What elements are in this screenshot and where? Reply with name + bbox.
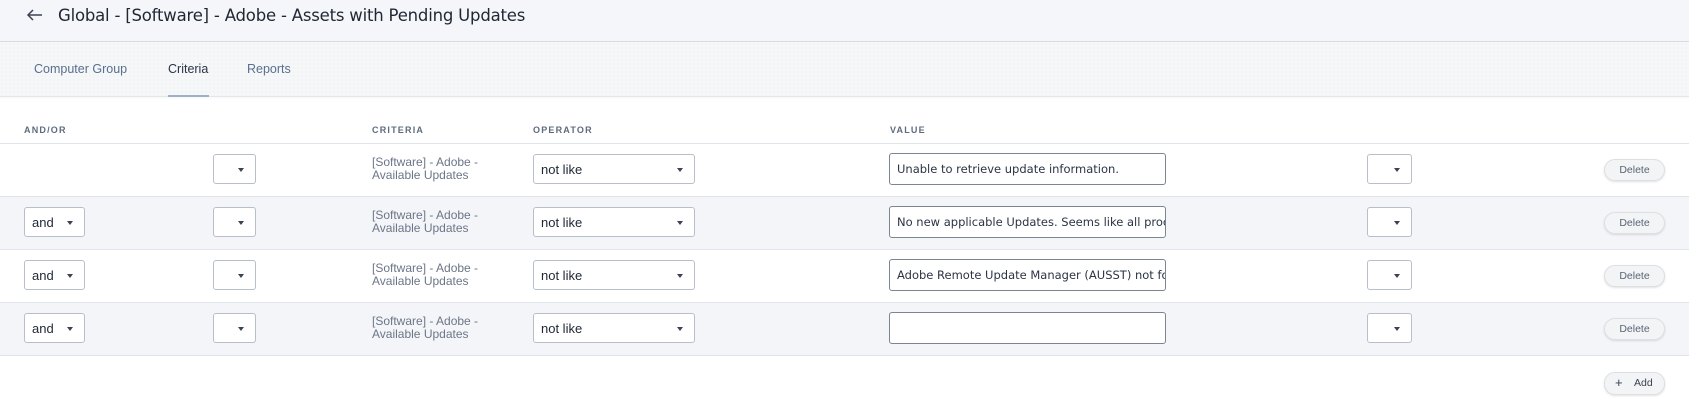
value-input[interactable] [889,312,1166,344]
chevron-down-icon [1394,327,1400,331]
criteria-name: [Software] - Adobe - Available Updates [372,208,479,235]
delete-button[interactable]: Delete [1604,318,1665,340]
chevron-down-icon [677,221,683,225]
chevron-down-icon [677,327,683,331]
delete-button[interactable]: Delete [1604,212,1665,234]
page-title: Global - [Software] - Adobe - Assets wit… [58,6,526,25]
andor-select[interactable]: and [24,313,85,343]
delete-button[interactable]: Delete [1604,265,1665,287]
criteria-row: and [Software] - Adobe - Available Updat… [0,250,1689,303]
chevron-down-icon [1394,221,1400,225]
add-criteria-button[interactable]: + Add [1604,372,1665,395]
chevron-down-icon [677,274,683,278]
column-header-andor: AND/OR [24,125,67,135]
tab-criteria[interactable]: Criteria [168,62,208,76]
criteria-row: and [Software] - Adobe - Available Updat… [0,303,1689,356]
criteria-name: [Software] - Adobe - Available Updates [372,314,479,341]
open-paren-select[interactable] [213,313,256,343]
chevron-down-icon [677,168,683,172]
operator-select[interactable]: not like [533,313,695,343]
value-input[interactable]: No new applicable Updates. Seems like al… [889,206,1166,238]
chevron-down-icon [238,168,244,172]
close-paren-select[interactable] [1367,313,1412,343]
plus-icon: + [1615,375,1623,390]
value-input[interactable]: Unable to retrieve update information. [889,153,1166,185]
back-arrow-icon[interactable] [26,6,48,28]
operator-select[interactable]: not like [533,260,695,290]
column-header-value: VALUE [890,125,926,135]
chevron-down-icon [238,327,244,331]
andor-select[interactable]: and [24,260,85,290]
andor-select[interactable]: and [24,207,85,237]
tab-reports[interactable]: Reports [247,62,291,76]
add-button-label: Add [1634,377,1653,389]
column-header-operator: OPERATOR [533,125,593,135]
chevron-down-icon [67,274,73,278]
criteria-row: [Software] - Adobe - Available Updates n… [0,144,1689,197]
chevron-down-icon [1394,168,1400,172]
chevron-down-icon [1394,274,1400,278]
close-paren-select[interactable] [1367,154,1412,184]
active-tab-indicator [168,95,209,97]
open-paren-select[interactable] [213,207,256,237]
open-paren-select[interactable] [213,154,256,184]
delete-button[interactable]: Delete [1604,159,1665,181]
open-paren-select[interactable] [213,260,256,290]
tab-computer-group[interactable]: Computer Group [34,62,127,76]
criteria-name: [Software] - Adobe - Available Updates [372,155,479,182]
chevron-down-icon [238,274,244,278]
value-input[interactable]: Adobe Remote Update Manager (AUSST) not … [889,259,1166,291]
close-paren-select[interactable] [1367,207,1412,237]
chevron-down-icon [67,327,73,331]
tab-bar: Computer Group Criteria Reports [0,42,1689,97]
chevron-down-icon [238,221,244,225]
top-bar: Global - [Software] - Adobe - Assets wit… [0,0,1689,42]
operator-select[interactable]: not like [533,154,695,184]
operator-select[interactable]: not like [533,207,695,237]
column-header-criteria: CRITERIA [372,125,425,135]
chevron-down-icon [67,221,73,225]
criteria-row: and [Software] - Adobe - Available Updat… [0,197,1689,250]
close-paren-select[interactable] [1367,260,1412,290]
criteria-name: [Software] - Adobe - Available Updates [372,261,479,288]
